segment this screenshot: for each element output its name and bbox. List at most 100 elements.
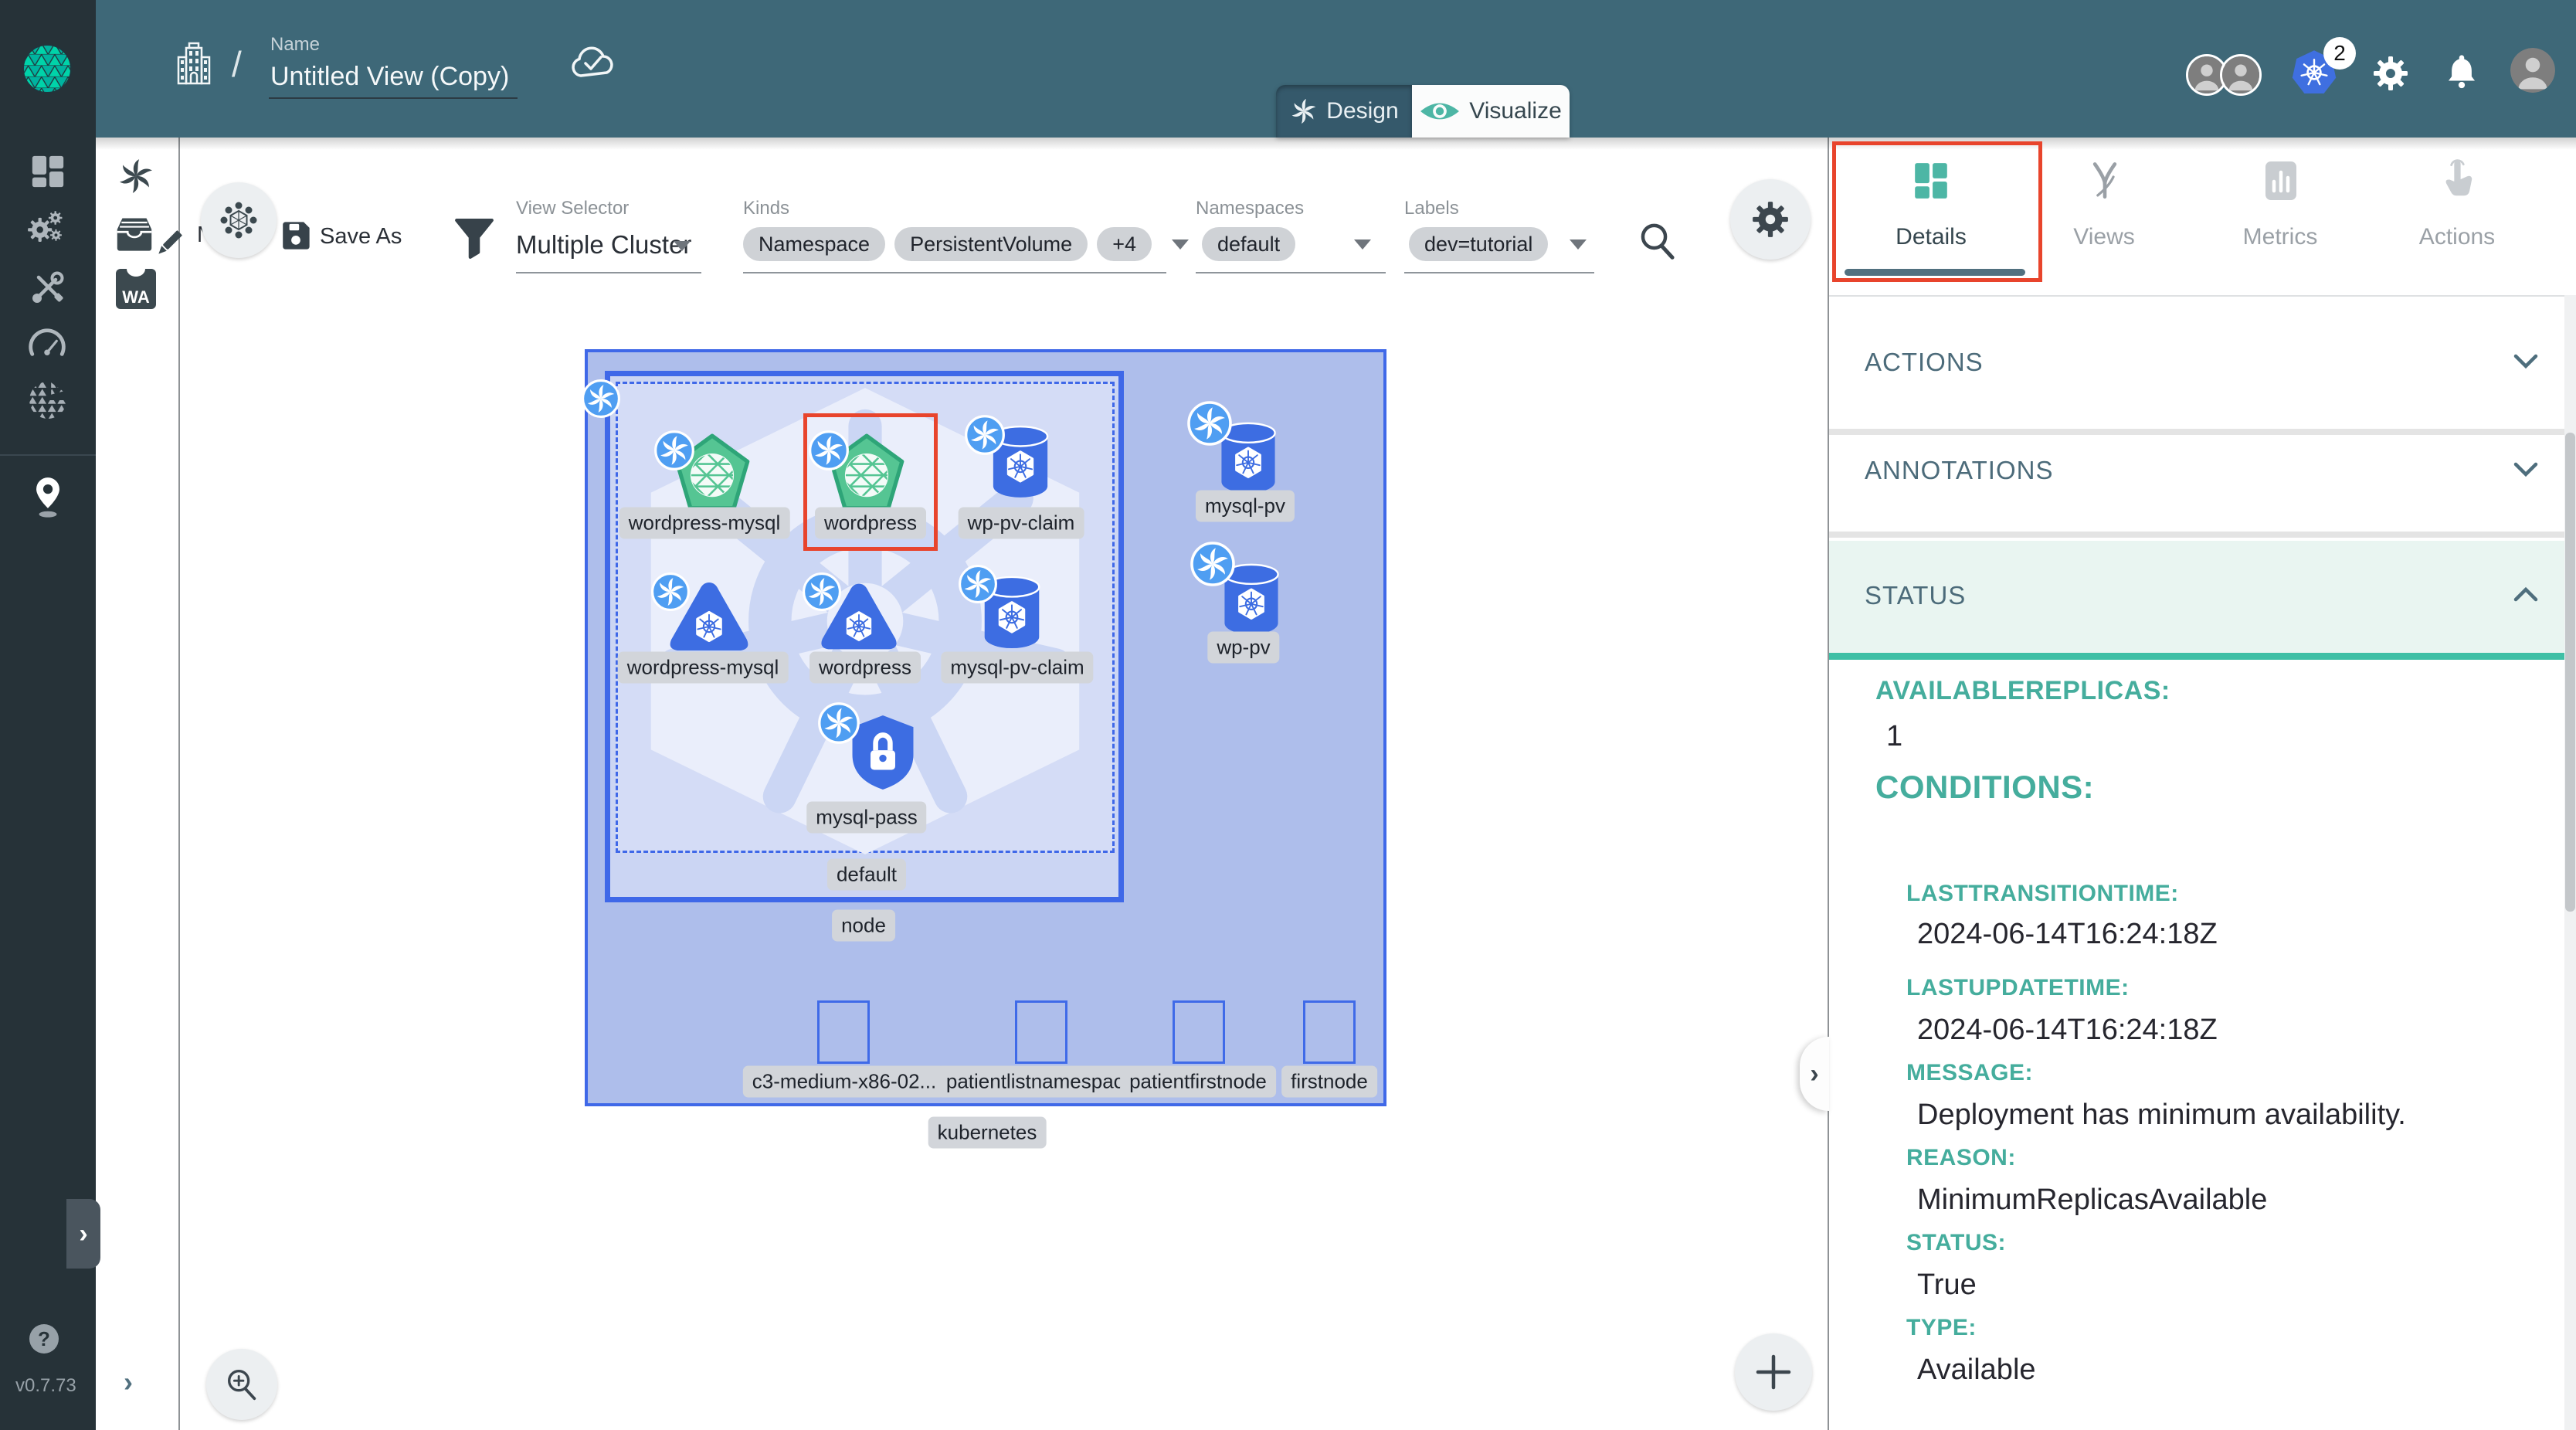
namespaces-caret[interactable] [1354, 239, 1371, 250]
chevron-up-icon[interactable] [2512, 586, 2540, 604]
canvas-gear-icon [1750, 199, 1790, 239]
chevron-down-icon[interactable] [2512, 352, 2540, 371]
node-label[interactable]: mysql-pv-claim [941, 652, 1093, 684]
molecule-icon [219, 201, 258, 239]
edit-pencil-icon[interactable] [151, 226, 187, 261]
host-label[interactable]: patientfirstnode [1120, 1066, 1276, 1098]
status-active-underline [1829, 653, 2576, 660]
design-mode-tab[interactable]: Design [1276, 85, 1412, 138]
kinds-caret[interactable] [1172, 239, 1189, 250]
meshery-designs-icon[interactable] [116, 156, 156, 196]
cluster-label[interactable]: kubernetes [928, 1117, 1047, 1149]
actions-tab-icon [2439, 158, 2475, 202]
label-chip[interactable]: dev=tutorial [1409, 227, 1548, 261]
labels-label: Labels [1404, 198, 1459, 219]
host-label[interactable]: patientlistnamespace [937, 1066, 1144, 1098]
kind-chip-more[interactable]: +4 [1097, 227, 1152, 261]
namespaces-filter[interactable]: default [1202, 227, 1371, 261]
sidebar-item-configuration[interactable] [28, 269, 66, 307]
condition-value: Deployment has minimum availability. [1917, 1099, 2406, 1132]
panel-divider [1829, 295, 2576, 297]
kinds-filter[interactable]: Namespace PersistentVolume +4 [743, 227, 1189, 261]
strip-expand-chevron[interactable]: › [124, 1366, 133, 1398]
status-section-header[interactable]: STATUS [1865, 581, 1966, 610]
section-divider [1829, 429, 2576, 435]
view-name-input[interactable]: Untitled View (Copy) [270, 62, 509, 92]
spiral-badge [650, 572, 691, 612]
labels-filter[interactable]: dev=tutorial [1409, 227, 1587, 261]
visualize-mode-tab[interactable]: Visualize [1412, 85, 1570, 138]
help-button[interactable]: ? [29, 1324, 59, 1354]
details-annotation-box [1832, 141, 2042, 282]
spiral-badge [802, 572, 842, 612]
node-label[interactable]: wordpress-mysql [619, 508, 790, 539]
host-label[interactable]: firstnode [1281, 1066, 1377, 1098]
zoom-in-icon [223, 1366, 260, 1403]
meshery-logo[interactable] [22, 43, 73, 94]
plus-icon [1754, 1353, 1793, 1391]
sidebar-item-extensions[interactable] [28, 380, 68, 420]
kind-chip[interactable]: Namespace [743, 227, 885, 261]
sidebar-item-performance[interactable] [26, 324, 68, 362]
annotations-section-header[interactable]: ANNOTATIONS [1865, 456, 2053, 485]
add-node-button[interactable] [1735, 1333, 1812, 1411]
node-label[interactable]: wp-pv [1207, 632, 1279, 664]
header-shadow [96, 138, 2576, 150]
condition-key: LASTUPDATETIME: [1906, 975, 2130, 1001]
host-node-shape[interactable] [817, 1000, 870, 1064]
collaborator-avatar-2[interactable] [2220, 54, 2262, 96]
filter-funnel-icon[interactable] [454, 218, 494, 260]
save-as-button[interactable]: Save As [320, 224, 402, 250]
sidebar-divider [0, 454, 96, 456]
section-divider [1829, 532, 2576, 538]
labels-underline [1404, 272, 1594, 273]
sidebar-expand-tab[interactable]: › [66, 1199, 100, 1269]
panel-scrollbar-thumb[interactable] [2565, 433, 2575, 912]
notifications-bell-icon[interactable] [2444, 51, 2479, 93]
namespace-chip[interactable]: default [1202, 227, 1295, 261]
chevron-down-icon[interactable] [2512, 460, 2540, 479]
actions-section-header[interactable]: ACTIONS [1865, 348, 1984, 377]
spiral-badge [1186, 400, 1233, 447]
meshery-adapter-badge [581, 379, 621, 419]
sidebar-item-dashboard[interactable] [29, 153, 66, 190]
tab-actions[interactable]: Actions [2419, 224, 2495, 250]
search-icon[interactable] [1636, 219, 1679, 263]
namespace-label[interactable]: default [827, 859, 906, 891]
node-label[interactable]: mysql-pass [806, 802, 926, 834]
node-label[interactable]: mysql-pv [1196, 491, 1295, 522]
tab-metrics[interactable]: Metrics [2243, 224, 2318, 250]
sidebar-item-lifecycle[interactable] [26, 210, 65, 249]
organization-icon[interactable] [176, 40, 212, 87]
sidebar-item-kanvas[interactable] [31, 474, 65, 522]
node-label[interactable]: wp-pv-claim [959, 508, 1084, 539]
cloud-save-status-icon [570, 45, 616, 82]
canvas-settings-button[interactable] [1730, 179, 1811, 260]
host-node-shape[interactable] [1303, 1000, 1356, 1064]
catalog-drawer-icon[interactable] [113, 215, 156, 253]
kind-chip[interactable]: PersistentVolume [894, 227, 1088, 261]
node-label[interactable]: wordpress-mysql [618, 652, 789, 684]
tab-views[interactable]: Views [2073, 224, 2134, 250]
settings-gear-icon[interactable] [2371, 54, 2410, 93]
node-container-label[interactable]: node [832, 910, 895, 942]
status-value: 1 [1886, 720, 1902, 753]
view-selector-caret[interactable] [674, 241, 691, 251]
user-avatar[interactable] [2510, 48, 2555, 93]
context-count-badge[interactable]: 2 [2323, 37, 2356, 70]
labels-caret[interactable] [1570, 239, 1587, 250]
spiral-badge [817, 701, 860, 745]
condition-key: STATUS: [1906, 1230, 2006, 1256]
panel-collapse-tab[interactable]: › [1800, 1037, 1829, 1111]
view-selector-value[interactable]: Multiple Cluster [516, 230, 691, 260]
host-label[interactable]: c3-medium-x86-02... [743, 1066, 945, 1098]
wasm-notch [111, 269, 161, 281]
new-design-button[interactable] [201, 182, 277, 258]
condition-key: MESSAGE: [1906, 1060, 2033, 1086]
host-node-shape[interactable] [1173, 1000, 1225, 1064]
design-tab-label: Design [1326, 98, 1398, 124]
host-node-shape[interactable] [1015, 1000, 1067, 1064]
zoom-in-button[interactable] [206, 1349, 277, 1420]
condition-value: MinimumReplicasAvailable [1917, 1184, 2267, 1217]
node-label[interactable]: wordpress [809, 652, 921, 684]
